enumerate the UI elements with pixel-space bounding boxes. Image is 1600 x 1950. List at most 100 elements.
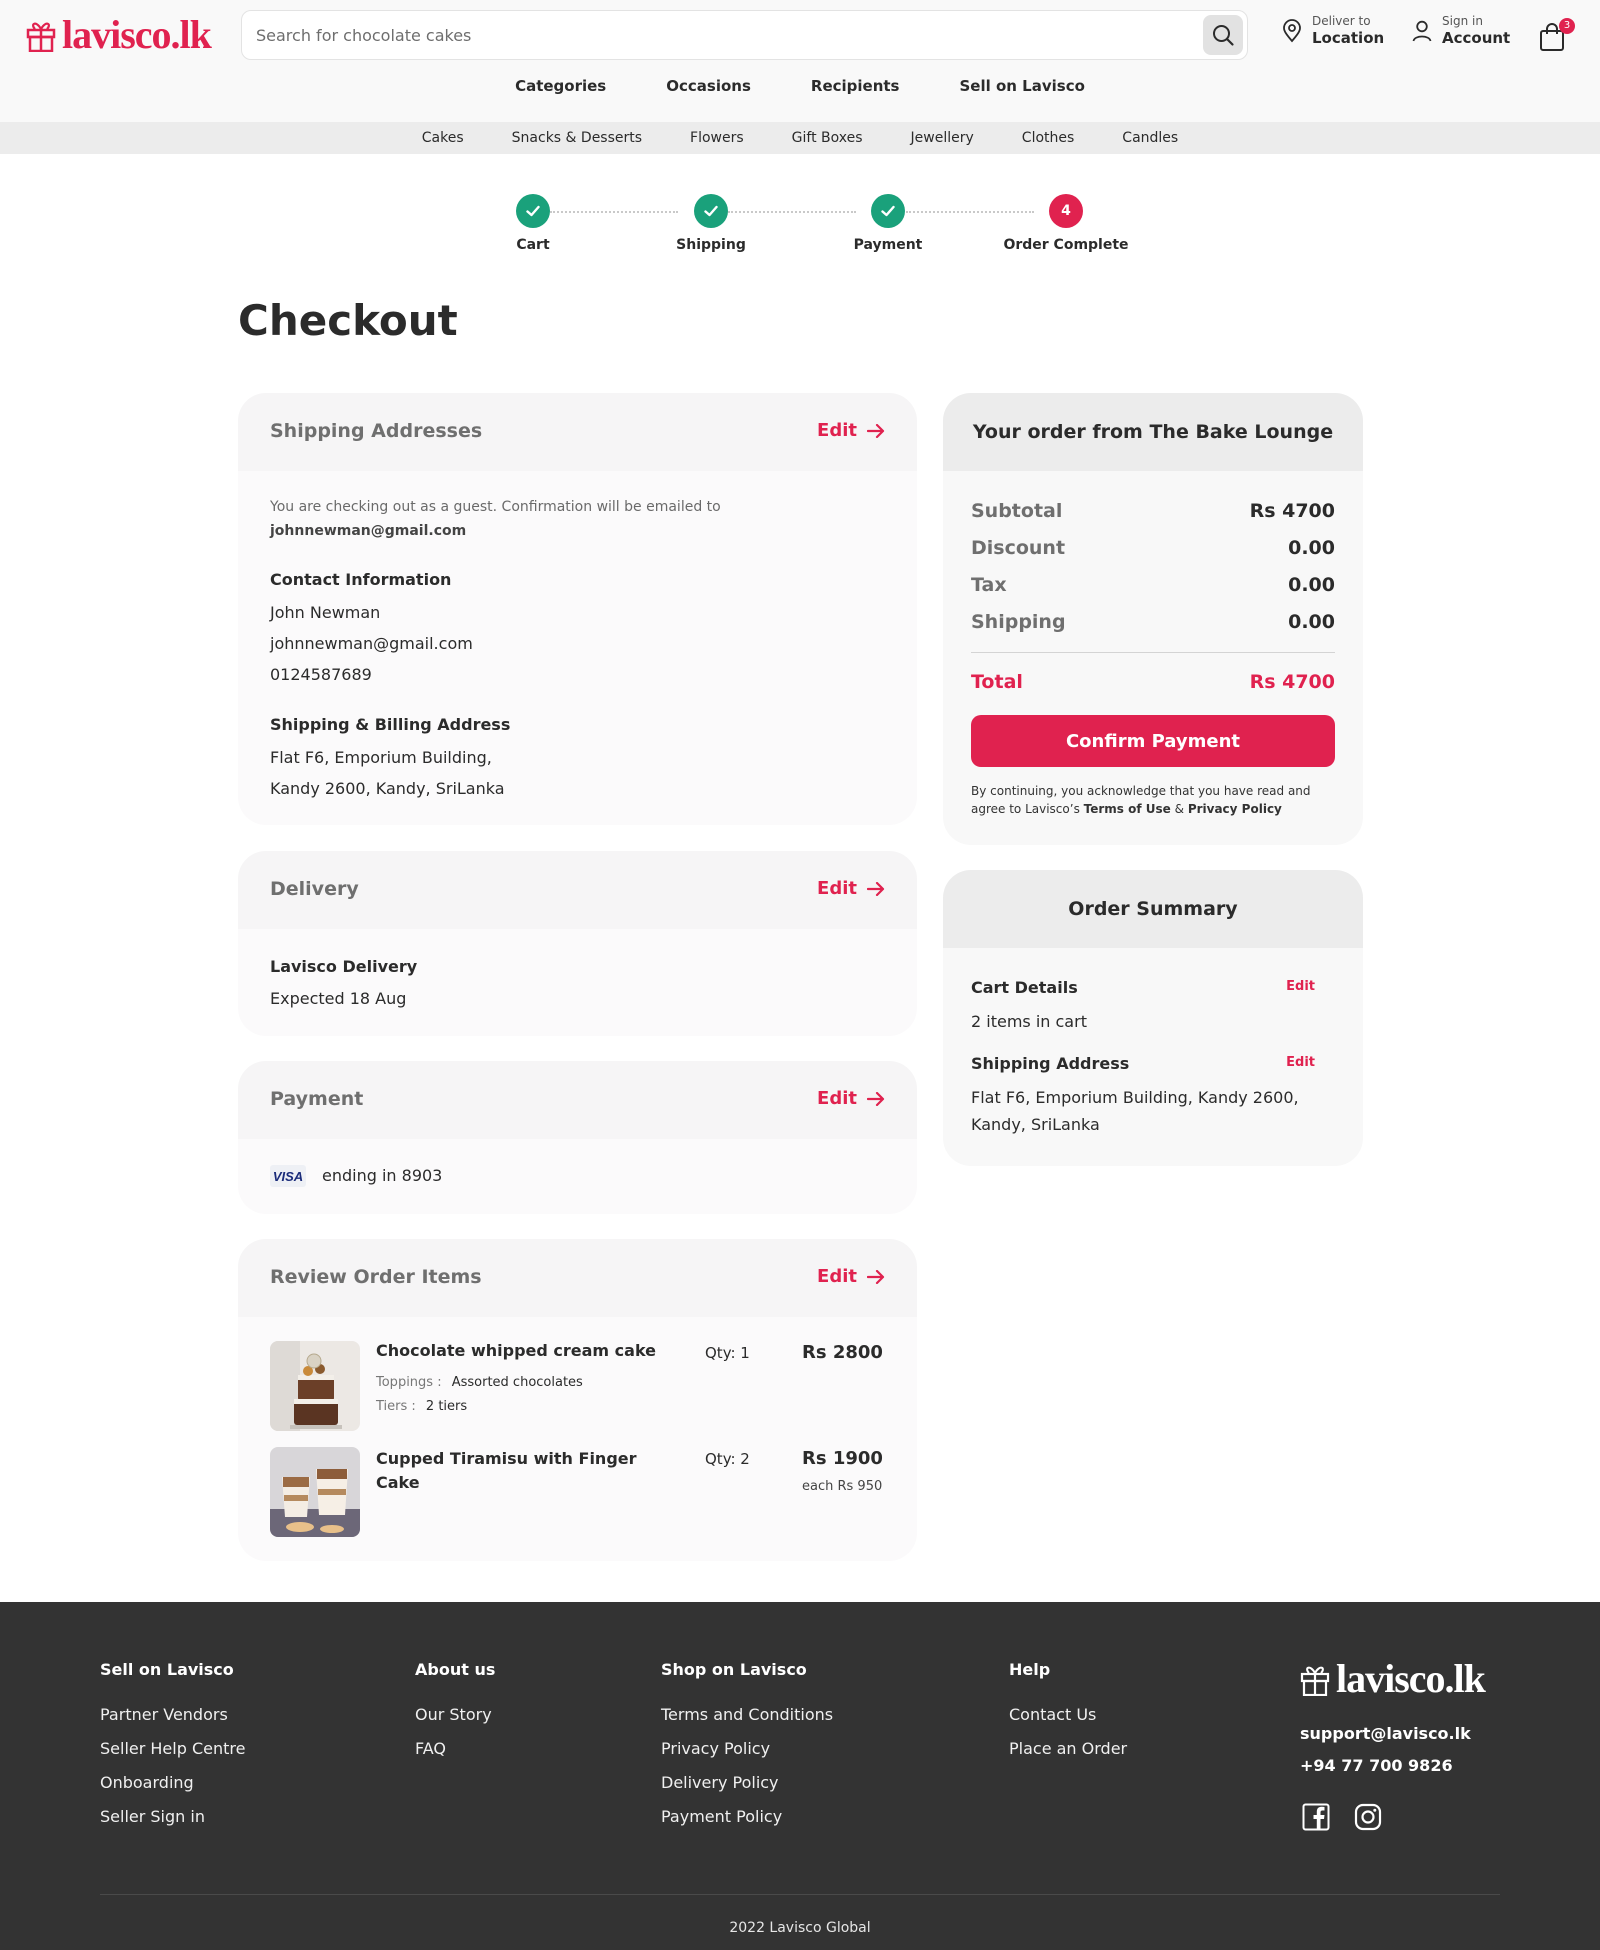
tax-label: Tax: [971, 574, 1007, 596]
item-option-tiers: Tiers : 2 tiers: [376, 1399, 467, 1414]
legal-note: By continuing, you acknowledge that you …: [971, 782, 1341, 818]
footer-heading: Sell on Lavisco: [100, 1660, 234, 1679]
delivery-card: Delivery Edit Lavisco Delivery Expected …: [238, 851, 917, 1036]
contact-phone: 0124587689: [270, 665, 372, 684]
total-value: Rs 4700: [1249, 671, 1335, 693]
footer-logo[interactable]: lavisco.lk: [1300, 1658, 1486, 1700]
step-complete-badge: [694, 194, 728, 228]
search-input[interactable]: [256, 11, 1176, 59]
footer-link[interactable]: Privacy Policy: [661, 1739, 833, 1758]
edit-shipping-button[interactable]: Edit: [817, 420, 885, 441]
footer-link[interactable]: Seller Sign in: [100, 1807, 245, 1826]
edit-payment-button[interactable]: Edit: [817, 1088, 885, 1109]
nav-recipients[interactable]: Recipients: [781, 77, 930, 95]
card-header: Delivery Edit: [238, 851, 917, 929]
edit-items-button[interactable]: Edit: [817, 1266, 885, 1287]
step-cart: Cart: [463, 194, 603, 253]
account-button[interactable]: Sign in Account: [1412, 14, 1510, 48]
step-complete-badge: [871, 194, 905, 228]
summary-address-label: Shipping Address: [971, 1054, 1130, 1073]
footer-link[interactable]: Onboarding: [100, 1773, 245, 1792]
category-nav: Cakes Snacks & Desserts Flowers Gift Box…: [0, 122, 1600, 154]
gift-logo-icon: [26, 22, 56, 52]
footer-link[interactable]: Delivery Policy: [661, 1773, 833, 1792]
total-row: Total Rs 4700: [971, 671, 1335, 693]
edit-address-link[interactable]: Edit: [1286, 1055, 1315, 1070]
option-value: Assorted chocolates: [451, 1375, 583, 1390]
footer-link[interactable]: Terms and Conditions: [661, 1705, 833, 1724]
card-brand: VISA: [272, 1168, 304, 1184]
step-payment: Payment: [818, 194, 958, 253]
footer-link[interactable]: Partner Vendors: [100, 1705, 245, 1724]
category-candles[interactable]: Candles: [1098, 130, 1202, 146]
edit-label: Edit: [817, 1266, 857, 1287]
cart-item-count: 2 items in cart: [971, 1012, 1087, 1031]
instagram-icon[interactable]: [1354, 1803, 1382, 1831]
total-label: Total: [971, 671, 1023, 693]
footer-divider: [100, 1894, 1500, 1895]
copyright: 2022 Lavisco Global: [729, 1920, 871, 1936]
nav-categories[interactable]: Categories: [485, 77, 636, 95]
footer-heading: Help: [1009, 1660, 1051, 1679]
product-image-chocolate-cake[interactable]: [270, 1341, 360, 1431]
deliver-location-button[interactable]: Deliver to Location: [1282, 14, 1384, 48]
checkmark-icon: [526, 205, 540, 217]
edit-label: Edit: [817, 420, 857, 441]
card-ending: ending in 8903: [322, 1166, 443, 1185]
contact-email: johnnewman@gmail.com: [270, 634, 473, 653]
card-title: Payment: [270, 1088, 364, 1110]
card-header: Review Order Items Edit: [238, 1239, 917, 1317]
footer-link[interactable]: Contact Us: [1009, 1705, 1127, 1724]
search-icon: [1213, 25, 1234, 46]
nav-occasions[interactable]: Occasions: [636, 77, 781, 95]
footer-link[interactable]: Seller Help Centre: [100, 1739, 245, 1758]
nav-sell-on-lavisco[interactable]: Sell on Lavisco: [929, 77, 1114, 95]
card-header: Shipping Addresses Edit: [238, 393, 917, 471]
footer-link[interactable]: Place an Order: [1009, 1739, 1127, 1758]
cart-count-badge: 3: [1559, 18, 1575, 34]
item-name-line: Cupped Tiramisu with Finger: [376, 1449, 637, 1468]
category-flowers[interactable]: Flowers: [666, 130, 768, 146]
step-label: Payment: [853, 237, 923, 253]
edit-delivery-button[interactable]: Edit: [817, 878, 885, 899]
category-jewellery[interactable]: Jewellery: [887, 130, 998, 146]
footer-heading: Shop on Lavisco: [661, 1660, 807, 1679]
step-label: Shipping: [676, 237, 746, 253]
footer-col-help: Help Contact Us Place an Order: [1009, 1660, 1127, 1773]
support-email[interactable]: support@lavisco.lk: [1300, 1724, 1471, 1743]
edit-cart-link[interactable]: Edit: [1286, 979, 1315, 994]
footer-link[interactable]: FAQ: [415, 1739, 495, 1758]
divider: [971, 652, 1335, 653]
facebook-icon[interactable]: [1302, 1803, 1330, 1831]
terms-of-use-link[interactable]: Terms of Use: [1084, 802, 1171, 816]
item-name[interactable]: Chocolate whipped cream cake: [376, 1341, 656, 1360]
cart-button[interactable]: 3: [1538, 18, 1575, 52]
footer-link[interactable]: Our Story: [415, 1705, 495, 1724]
support-phone[interactable]: +94 77 700 9826: [1300, 1756, 1453, 1775]
discount-value: 0.00: [1288, 537, 1335, 559]
cake-image: [270, 1341, 360, 1431]
step-number-badge: 4: [1049, 194, 1083, 228]
edit-label: Edit: [817, 878, 857, 899]
location-pin-icon: [1283, 19, 1301, 43]
category-cakes[interactable]: Cakes: [398, 130, 488, 146]
search-button[interactable]: [1203, 15, 1243, 55]
product-image-tiramisu[interactable]: [270, 1447, 360, 1537]
checkmark-icon: [881, 205, 895, 217]
category-gift-boxes[interactable]: Gift Boxes: [768, 130, 887, 146]
site-logo[interactable]: lavisco.lk: [26, 14, 212, 56]
card-title: Shipping Addresses: [270, 420, 483, 442]
option-value: 2 tiers: [425, 1399, 468, 1414]
item-qty: Qty: 1: [705, 1344, 750, 1362]
footer-link[interactable]: Payment Policy: [661, 1807, 833, 1826]
main-nav: Categories Occasions Recipients Sell on …: [0, 77, 1600, 95]
edit-label: Edit: [817, 1088, 857, 1109]
review-items-card: Review Order Items Edit Chocolate whippe…: [238, 1239, 917, 1561]
item-name[interactable]: Cupped Tiramisu with Finger Cake: [376, 1447, 637, 1495]
item-qty: Qty: 2: [705, 1450, 750, 1468]
legal-text: agree to Lavisco’s: [971, 802, 1080, 816]
category-snacks-desserts[interactable]: Snacks & Desserts: [488, 130, 666, 146]
confirm-payment-button[interactable]: Confirm Payment: [971, 715, 1335, 767]
privacy-policy-link[interactable]: Privacy Policy: [1188, 802, 1282, 816]
category-clothes[interactable]: Clothes: [998, 130, 1099, 146]
